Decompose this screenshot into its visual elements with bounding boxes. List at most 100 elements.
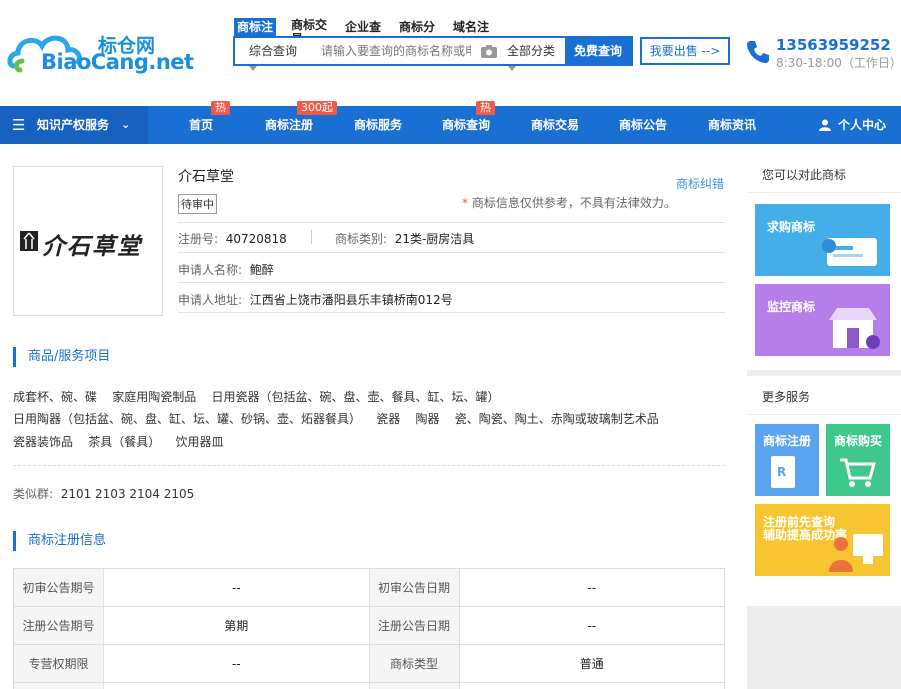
trademark-logo-text: 介石草堂 [42,233,142,260]
goods-line: 瓷器装饰品 茶具（餐具） 饮用器皿 [13,435,224,449]
user-icon [819,119,831,131]
divider [311,230,312,244]
table-header-cell: 商标类型 [368,644,460,683]
table-cell: 普通 [458,644,725,683]
table-header-cell: 注册公告期号 [13,606,104,645]
table-row: 初审公告期号 -- 初审公告日期 -- [13,568,725,607]
search-input[interactable] [321,38,471,64]
applicant-field: 申请人名称: 鲍醉 [178,261,274,278]
search-tab-trademark-reg[interactable]: 商标注 [234,18,277,36]
address-field: 申请人地址: 江西省上饶市潘阳县乐丰镇桥南012号 [178,291,453,308]
buy-trademark-card[interactable]: 求购商标 [755,204,890,276]
search-category-select[interactable]: 全部分类 [507,38,555,64]
trademark-purchase-label: 商标购买 [834,434,883,448]
table-header-cell: 初审公告日期 [368,568,460,607]
price-badge: 300起 [297,101,337,115]
phone-icon [747,41,769,63]
category-menu[interactable]: ☰ 知识产权服务 ⌄ [0,106,148,144]
search-tab-company[interactable]: 企业查 [345,18,381,36]
table-header-cell: 专营权期限 [13,644,104,683]
monitor-trademark-label: 监控商标 [767,300,816,314]
table-cell: -- [103,568,370,607]
divider [747,414,901,415]
search-bar: 综合查询 全部分类 免费查询 [233,36,633,66]
svg-text:R: R [777,465,786,479]
sell-button[interactable]: 我要出售 --> [640,37,730,65]
chevron-down-icon [249,66,257,71]
chevron-down-icon [508,66,516,71]
trademark-name: 介石草堂 [178,169,234,185]
camera-icon[interactable] [481,45,497,58]
address-value: 江西省上饶市潘阳县乐丰镇桥南012号 [249,293,453,307]
table-cell [103,682,370,689]
hot-badge: 热 [211,101,230,115]
registration-section-title: 商标注册信息 [13,531,106,551]
table-header-cell: 注册公告日期 [368,606,460,645]
divider [747,192,901,193]
search-button[interactable]: 免费查询 [565,36,631,66]
nav-trademark-notice[interactable]: 商标公告 [619,106,667,144]
divider [178,282,725,283]
trademark-register-card[interactable]: 商标注册 R [755,424,819,496]
divider [178,252,725,253]
cart-icon [840,458,876,487]
registration-table: 初审公告期号 -- 初审公告日期 -- 注册公告期号 第期 注册公告日期 -- … [13,568,725,689]
consultant-icon [829,534,883,572]
nav-home[interactable]: 首页 [189,106,213,144]
trademark-purchase-card[interactable]: 商标购买 [826,424,890,496]
status-badge: 待审中 [178,194,217,214]
trademark-register-label: 商标注册 [763,434,812,448]
table-cell: -- [458,568,725,607]
goods-line: 成套杯、碗、碟 家庭用陶瓷制品 日用瓷器（包括盆、碗、盘、壶、餐具、缸、坛、罐） [13,390,500,404]
table-cell [458,682,725,689]
shop-icon [829,308,880,349]
table-header-cell [13,682,104,689]
report-error-link[interactable]: 商标纠错 [676,175,724,192]
search-tab-domain[interactable]: 域名注 [453,18,489,36]
seal-mark-icon [20,231,38,251]
document-icon: R [771,456,795,488]
phone-number: 13563959252 [776,36,891,54]
table-header-cell [368,682,460,689]
presearch-card[interactable]: 注册前先查询 辅助提高成功率 [755,504,890,576]
more-services-title: 更多服务 [762,390,811,404]
table-row: 专营权期限 -- 商标类型 普通 [13,644,725,683]
disclaimer: * 商标信息仅供参考，不具有法律效力。 [462,194,676,211]
table-header-cell: 初审公告期号 [13,568,104,607]
goods-line: 日用陶器（包括盆、碗、盘、缸、坛、罐、砂锅、壶、炻器餐具） 瓷器 陶器 瓷、陶瓷… [13,412,659,426]
logo-english: BiaoCang.net [41,50,194,74]
chevron-down-icon: ⌄ [121,118,131,131]
asterisk: * [462,196,472,210]
reg-number-value: 40720818 [225,232,287,246]
reg-number-field: 注册号: 40720818 [178,230,287,247]
table-cell: 第期 [103,606,370,645]
divider [178,222,725,223]
similar-groups-value: 2101 2103 2104 2105 [60,487,195,501]
monitor-trademark-card[interactable]: 监控商标 [755,284,890,356]
nav-trademark-trade[interactable]: 商标交易 [531,106,579,144]
class-value: 21类-厨房洁具 [394,232,475,246]
search-tab-trademark-trade[interactable]: 商标交易 [291,18,329,46]
search-tab-trademark-class[interactable]: 商标分 [399,18,435,36]
class-label: 商标类别: [335,232,388,246]
search-scope-select[interactable]: 综合查询 [249,38,297,64]
reg-number-label: 注册号: [178,232,219,246]
similar-groups: 类似群: 2101 2103 2104 2105 [13,485,194,502]
table-row: 注册公告期号 第期 注册公告日期 -- [13,606,725,645]
divider [178,312,725,313]
table-cell: -- [103,644,370,683]
address-label: 申请人地址: [178,293,243,307]
nav-trademark-service[interactable]: 商标服务 [354,106,402,144]
disclaimer-text: 商标信息仅供参考，不具有法律效力。 [471,196,676,210]
buy-trademark-label: 求购商标 [767,220,816,234]
trademark-image: 介石草堂 [13,166,163,316]
applicant-value: 鲍醉 [249,263,274,277]
user-center-label: 个人中心 [838,118,887,132]
sidebar-title: 您可以对此商标 [762,168,847,182]
nav-trademark-news[interactable]: 商标资讯 [708,106,756,144]
divider [13,465,725,466]
table-row [13,682,725,689]
applicant-label: 申请人名称: [178,263,243,277]
goods-section-title: 商品/服务项目 [13,347,110,367]
similar-groups-label: 类似群: [13,487,54,501]
